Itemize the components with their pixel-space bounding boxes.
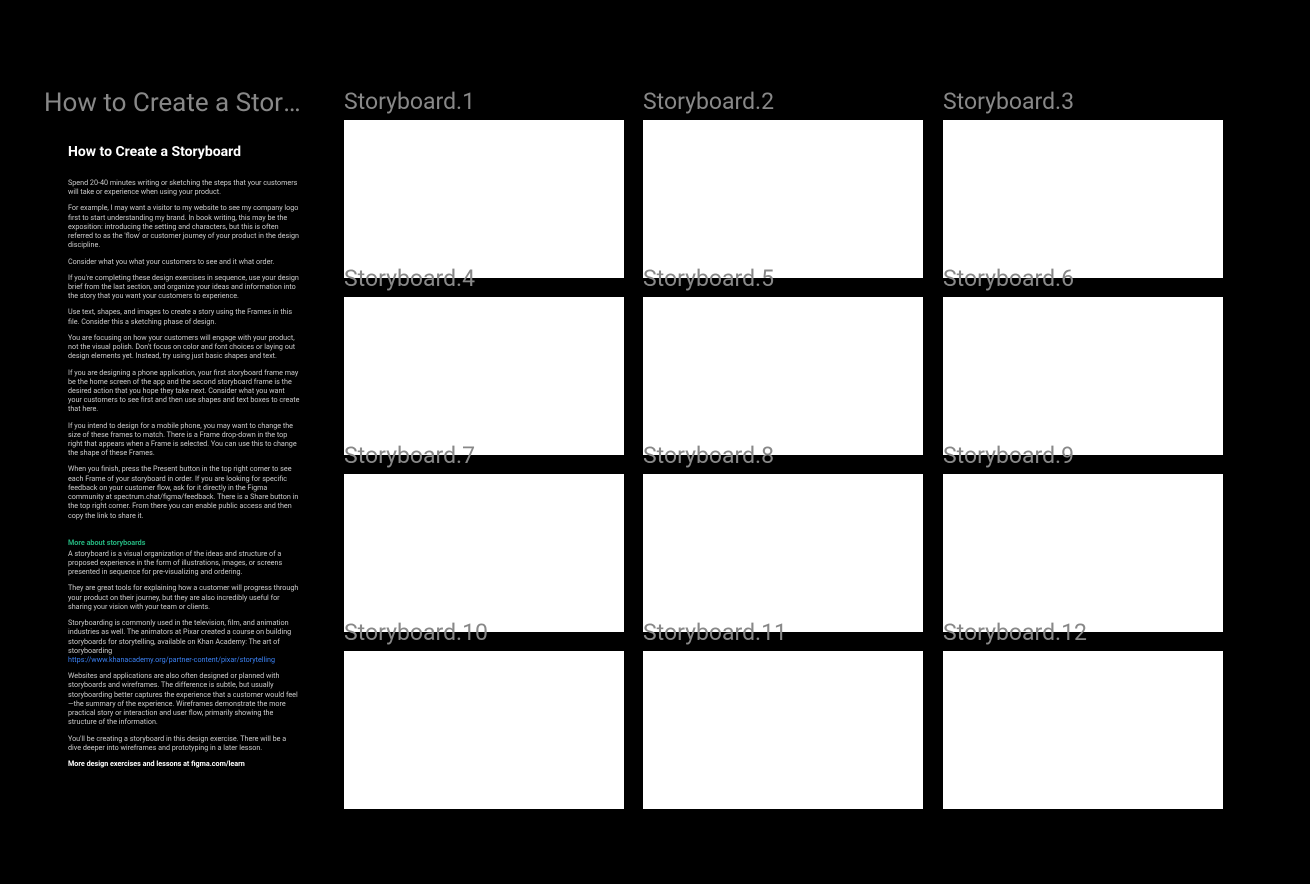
intro-paragraph: Consider what you what your customers to… [68,257,300,266]
storyboard-frame-2[interactable] [643,120,923,278]
intro-subheading: More about storyboards [68,538,300,547]
frame-label-storyboard-1[interactable]: Storyboard.1 [344,88,475,115]
storyboard-frame-10[interactable] [344,651,624,809]
intro-paragraph: Spend 20-40 minutes writing or sketching… [68,178,300,196]
intro-paragraph: Storyboarding is commonly used in the te… [68,618,300,664]
figma-canvas[interactable]: How to Create a Storyb... How to Create … [0,0,1310,884]
intro-frame[interactable]: How to Create a Storyboard Spend 20-40 m… [44,120,324,810]
intro-paragraph: A storyboard is a visual organization of… [68,549,300,577]
storyboard-frame-5[interactable] [643,297,923,455]
figma-learn-link[interactable]: figma.com/learn [191,759,245,768]
intro-text: More design exercises and lessons at [68,759,191,768]
khan-academy-link[interactable]: https://www.khanacademy.org/partner-cont… [68,655,275,664]
storyboard-frame-7[interactable] [344,474,624,632]
frame-label-storyboard-7[interactable]: Storyboard.7 [344,442,475,469]
storyboard-frame-8[interactable] [643,474,923,632]
intro-paragraph: For example, I may want a visitor to my … [68,203,300,249]
frame-label-storyboard-11[interactable]: Storyboard.11 [643,619,787,646]
frame-label-storyboard-6[interactable]: Storyboard.6 [943,265,1074,292]
storyboard-frame-3[interactable] [943,120,1223,278]
intro-paragraph: You'll be creating a storyboard in this … [68,734,300,752]
intro-paragraph: If you are designing a phone application… [68,368,300,414]
intro-paragraph: If you're completing these design exerci… [68,273,300,301]
frame-label-storyboard-4[interactable]: Storyboard.4 [344,265,475,292]
frame-label-storyboard-8[interactable]: Storyboard.8 [643,442,774,469]
frame-label-storyboard-12[interactable]: Storyboard.12 [943,619,1087,646]
intro-paragraph: You are focusing on how your customers w… [68,333,300,361]
storyboard-frame-12[interactable] [943,651,1223,809]
frame-label-storyboard-9[interactable]: Storyboard.9 [943,442,1074,469]
storyboard-frame-6[interactable] [943,297,1223,455]
intro-paragraph: If you intend to design for a mobile pho… [68,421,300,458]
frame-label-storyboard-5[interactable]: Storyboard.5 [643,265,774,292]
frame-label-storyboard-3[interactable]: Storyboard.3 [943,88,1074,115]
storyboard-frame-4[interactable] [344,297,624,455]
intro-text: Storyboarding is commonly used in the te… [68,618,291,655]
frame-label-intro[interactable]: How to Create a Storyb... [44,88,309,118]
frame-label-storyboard-2[interactable]: Storyboard.2 [643,88,774,115]
storyboard-frame-1[interactable] [344,120,624,278]
storyboard-frame-9[interactable] [943,474,1223,632]
intro-paragraph: Use text, shapes, and images to create a… [68,307,300,325]
frame-label-storyboard-10[interactable]: Storyboard.10 [344,619,488,646]
intro-paragraph: Websites and applications are also often… [68,671,300,726]
intro-paragraph: More design exercises and lessons at fig… [68,759,300,768]
intro-paragraph: They are great tools for explaining how … [68,583,300,611]
storyboard-frame-11[interactable] [643,651,923,809]
intro-paragraph: When you finish, press the Present butto… [68,464,300,519]
intro-title: How to Create a Storyboard [68,144,300,160]
